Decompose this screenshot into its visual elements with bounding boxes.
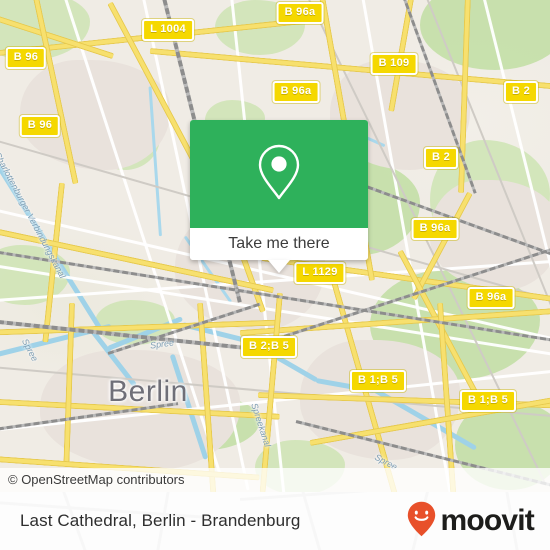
road-shield: B 96a (276, 2, 324, 24)
road-shield: B 2;B 5 (241, 336, 297, 358)
road-shield: B 96 (19, 115, 61, 137)
road-shield: B 96a (411, 218, 459, 240)
map-place-label: Berlin (108, 375, 188, 408)
moovit-brand[interactable]: moovit (407, 501, 535, 542)
road-shield: B 2 (423, 147, 459, 169)
road-shield: B 109 (370, 53, 418, 75)
road-shield: B 1;B 5 (350, 370, 406, 392)
callout-header (190, 120, 368, 228)
map-attribution[interactable]: © OpenStreetMap contributors (0, 468, 550, 492)
location-callout-card[interactable]: Take me there (190, 120, 368, 273)
callout-footer[interactable]: Take me there (190, 228, 368, 260)
road-shield: L 1129 (294, 262, 346, 284)
road-shield: B 1;B 5 (460, 390, 516, 412)
road-shield: B 96a (272, 81, 320, 103)
road-shield: B 96a (467, 287, 515, 309)
moovit-smiley-pin-icon (407, 501, 436, 542)
road-shield: B 96 (5, 47, 47, 69)
map-pin-icon (256, 143, 302, 206)
page-footer: Last Cathedral, Berlin - Brandenburg moo… (0, 492, 550, 550)
moovit-wordmark: moovit (440, 504, 534, 537)
callout-body[interactable]: Take me there (190, 120, 368, 260)
road-shield: B 2 (503, 81, 539, 103)
take-me-there-label: Take me there (228, 235, 330, 252)
road-shield: L 1004 (142, 19, 194, 41)
footer-inner: Last Cathedral, Berlin - Brandenburg moo… (0, 492, 550, 550)
place-name-label: Last Cathedral, Berlin - Brandenburg (20, 511, 301, 530)
callout-pointer-tail (268, 260, 290, 273)
map-card-page: Charlottenburger Verbindungskanal Spree Sp… (0, 0, 550, 550)
